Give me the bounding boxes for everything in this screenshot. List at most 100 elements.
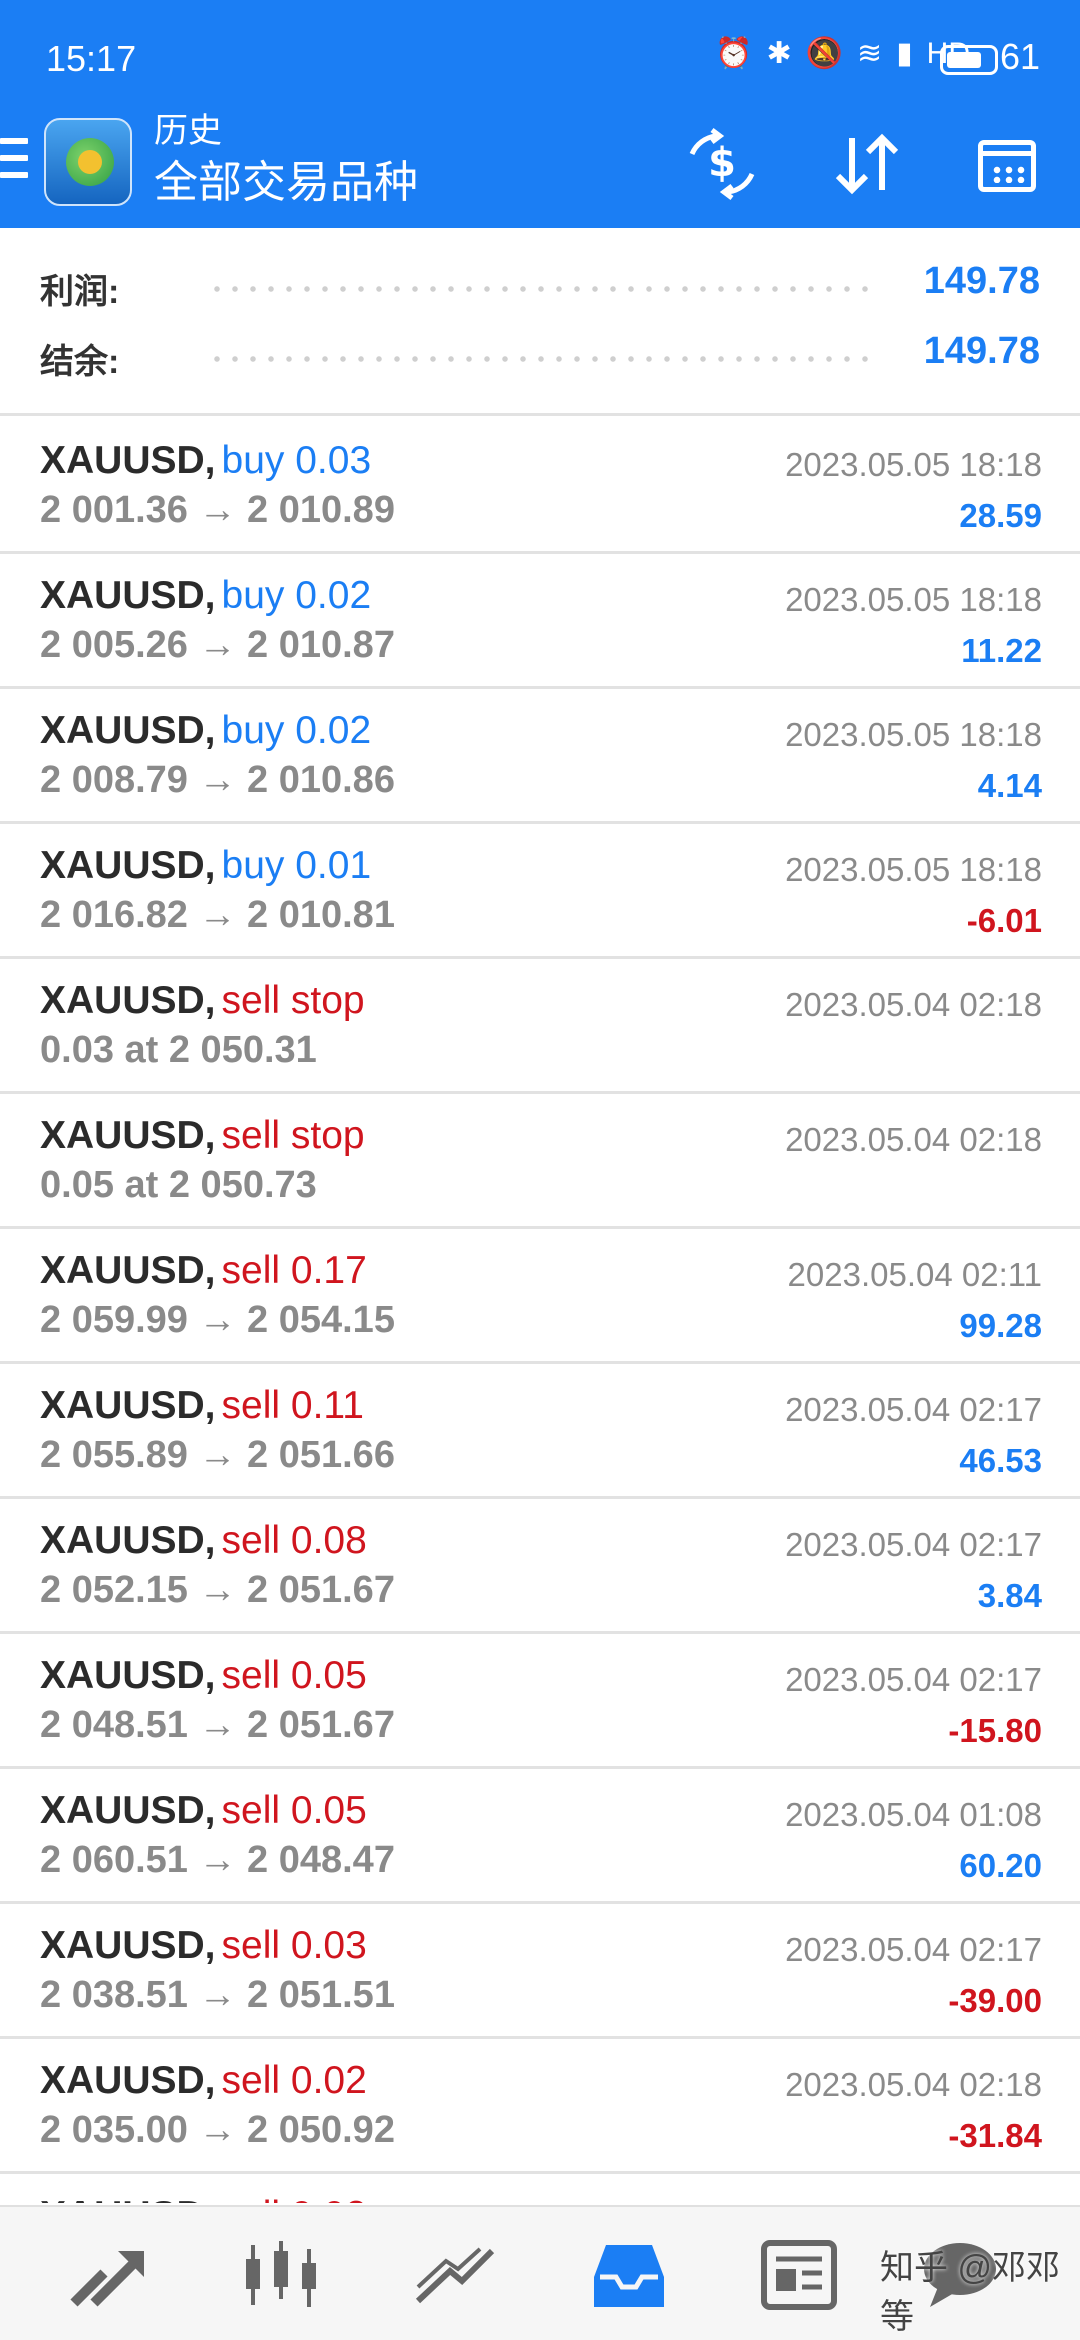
deal-symbol: XAUUSD,: [40, 1654, 216, 1697]
deal-header: XAUUSD, sell stop: [40, 1114, 365, 1158]
leader-dots: [208, 356, 880, 362]
deal-operation: sell 0.11: [221, 1384, 364, 1427]
deal-operation: sell 0.08: [221, 1519, 367, 1562]
deal-row[interactable]: XAUUSD, sell 0.03 2 038.51 → 2 051.51 2023.…: [0, 1904, 1080, 2039]
deal-time: 2023.05.04 01:08: [785, 1796, 1042, 1833]
profit-value: 149.78: [923, 260, 1040, 302]
deal-operation: sell 0.17: [221, 1249, 367, 1292]
deal-prices: 2 060.51 → 2 048.47: [40, 1839, 395, 1881]
deal-profit: 11.22: [961, 632, 1042, 669]
menu-icon[interactable]: [0, 138, 28, 182]
wifi-icon: ≋: [857, 37, 883, 70]
app-bar: 历史 全部交易品种 $: [0, 110, 1080, 228]
profit-label: 利润:: [40, 273, 120, 311]
deal-symbol: XAUUSD,: [40, 2059, 216, 2102]
deal-row[interactable]: XAUUSD, buy 0.02 2 008.79 → 2 010.86 2023.0…: [0, 689, 1080, 824]
deal-header: XAUUSD, buy 0.03: [40, 439, 371, 483]
app-logo: [44, 118, 132, 206]
deal-prices: 2 016.82 → 2 010.81: [40, 894, 395, 936]
calendar-icon[interactable]: [966, 124, 1046, 204]
deal-profit: 46.53: [959, 1442, 1042, 1479]
deal-row[interactable]: XAUUSD, sell 0.11 2 055.89 → 2 051.66 2023.…: [0, 1364, 1080, 1499]
mute-icon: 🔕: [805, 37, 843, 70]
deal-operation: sell 0.05: [221, 1789, 367, 1832]
deal-symbol: XAUUSD,: [40, 1249, 216, 1292]
deal-prices: 2 035.00 → 2 050.92: [40, 2109, 395, 2151]
deal-header: XAUUSD, sell 0.03: [40, 1924, 367, 1968]
deal-operation: sell 0.05: [221, 1654, 367, 1697]
deal-row[interactable]: XAUUSD, sell 0.02: [0, 2174, 1080, 2203]
deal-symbol: XAUUSD,: [40, 1114, 216, 1157]
deal-time: 2023.05.04 02:11: [787, 1256, 1042, 1293]
sort-icon[interactable]: [826, 124, 906, 204]
deal-header: XAUUSD, sell 0.08: [40, 1519, 367, 1563]
deal-time: 2023.05.04 02:17: [785, 1391, 1042, 1428]
deal-row[interactable]: XAUUSD, sell 0.02 2 035.00 → 2 050.92 2023.…: [0, 2039, 1080, 2174]
deal-operation: sell stop: [221, 1114, 365, 1157]
deal-profit: -6.01: [966, 902, 1042, 939]
svg-text:$: $: [708, 140, 736, 186]
deal-time: 2023.05.05 18:18: [785, 851, 1042, 888]
deal-row[interactable]: XAUUSD, sell stop 0.05 at 2 050.73 2023.05.…: [0, 1094, 1080, 1229]
deal-list[interactable]: XAUUSD, buy 0.03 2 001.36 → 2 010.89 2023.0…: [0, 419, 1080, 2203]
deal-symbol: XAUUSD,: [40, 709, 216, 752]
deal-time: 2023.05.04 02:18: [785, 986, 1042, 1023]
deal-profit: 28.59: [959, 497, 1042, 534]
deal-symbol: XAUUSD,: [40, 574, 216, 617]
status-time: 15:17: [46, 38, 137, 79]
news-icon[interactable]: [754, 2237, 844, 2313]
deal-time: 2023.05.05 18:18: [785, 716, 1042, 753]
trade-icon[interactable]: [410, 2237, 500, 2313]
deal-prices: 2 052.15 → 2 051.67: [40, 1569, 395, 1611]
app-bar-titles[interactable]: 历史 全部交易品种: [154, 110, 418, 210]
deal-prices: 0.05 at 2 050.73: [40, 1164, 317, 1206]
deal-row[interactable]: XAUUSD, sell 0.17 2 059.99 → 2 054.15 2023.…: [0, 1229, 1080, 1364]
deal-header: XAUUSD, sell 0.05: [40, 1789, 367, 1833]
deal-symbol: XAUUSD,: [40, 1924, 216, 1967]
deal-row[interactable]: XAUUSD, sell 0.05 2 048.51 → 2 051.67 2023.…: [0, 1634, 1080, 1769]
deal-symbol: XAUUSD,: [40, 439, 216, 482]
deal-header: XAUUSD,sell 0.02: [40, 2059, 367, 2103]
deal-header: XAUUSD, sell stop: [40, 979, 365, 1023]
deal-symbol: XAUUSD,: [40, 844, 216, 887]
deal-row[interactable]: XAUUSD, buy 0.03 2 001.36 → 2 010.89 2023.0…: [0, 419, 1080, 554]
deal-time: 2023.05.04 02:18: [785, 1121, 1042, 1158]
deal-header: XAUUSD, sell 0.05: [40, 1654, 367, 1698]
chart-icon[interactable]: [236, 2237, 326, 2313]
deal-operation: sell 0.02: [221, 2059, 367, 2102]
deal-time: 2023.05.05 18:18: [785, 581, 1042, 618]
alarm-icon: ⏰: [715, 37, 753, 70]
deal-row[interactable]: XAUUSD, sell stop 0.03 at 2 050.31 2023.05.…: [0, 959, 1080, 1094]
deal-operation: sell stop: [221, 979, 365, 1022]
currency-exchange-icon[interactable]: $: [682, 124, 762, 204]
quotes-icon[interactable]: [64, 2237, 154, 2313]
deal-row[interactable]: XAUUSD, sell 0.05 2 060.51 → 2 048.47 2023.…: [0, 1769, 1080, 1904]
deal-prices: 2 005.26 → 2 010.87: [40, 624, 395, 666]
deal-row[interactable]: XAUUSD, buy 0.01 2 016.82 → 2 010.81 2023.0…: [0, 824, 1080, 959]
deal-prices: 2 001.36 → 2 010.89: [40, 489, 395, 531]
deal-profit: -15.80: [948, 1712, 1042, 1749]
deal-header: XAUUSD,sell 0.02: [40, 2194, 367, 2203]
signal-icon: ▮: [896, 37, 913, 70]
status-icons: ⏰ ✱ 🔕 ≋ ▮ HD: [715, 36, 970, 71]
status-bar: 15:17 ⏰ ✱ 🔕 ≋ ▮ HD 61: [0, 0, 1080, 118]
deal-symbol: XAUUSD,: [40, 1519, 216, 1562]
deal-operation: buy 0.03: [221, 439, 372, 482]
deal-time: 2023.05.04 02:17: [785, 1661, 1042, 1698]
deal-header: XAUUSD, sell 0.11: [40, 1384, 364, 1428]
history-icon[interactable]: [584, 2237, 674, 2313]
deal-symbol: XAUUSD,: [40, 2194, 216, 2203]
top-bar: 15:17 ⏰ ✱ 🔕 ≋ ▮ HD 61 历史 全部交易品种 $: [0, 0, 1080, 228]
deal-profit: 60.20: [959, 1847, 1042, 1884]
deal-profit: -39.00: [948, 1982, 1042, 2019]
battery-icon: [940, 45, 998, 75]
deal-row[interactable]: XAUUSD, buy 0.02 2 005.26 → 2 010.87 2023.0…: [0, 554, 1080, 689]
page-title: 全部交易品种: [154, 158, 418, 207]
deal-prices: 2 008.79 → 2 010.86: [40, 759, 395, 801]
balance-row: 结余: 149.78: [40, 326, 1040, 386]
balance-label: 结余:: [40, 343, 120, 381]
deal-prices: 2 048.51 → 2 051.67: [40, 1704, 395, 1746]
deal-row[interactable]: XAUUSD, sell 0.08 2 052.15 → 2 051.67 2023.…: [0, 1499, 1080, 1634]
balance-value: 149.78: [923, 330, 1040, 372]
page-subtitle: 历史: [154, 112, 222, 150]
